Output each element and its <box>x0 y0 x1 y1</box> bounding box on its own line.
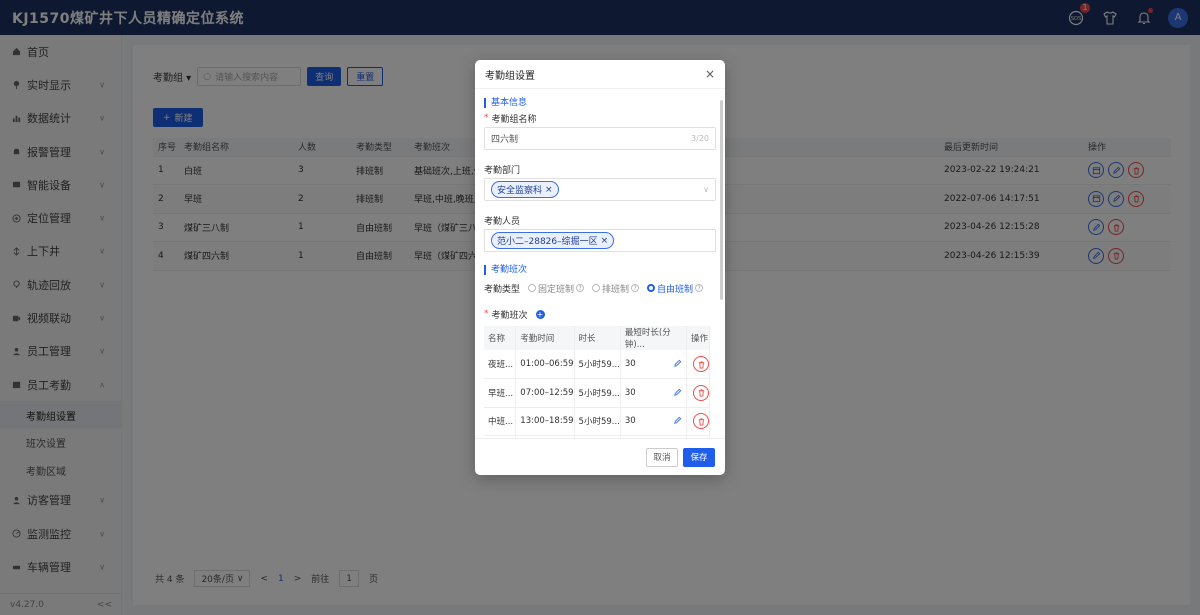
people-label: 考勤人员 <box>484 216 521 227</box>
type-label: 考勤类型 <box>484 284 521 295</box>
shift-cell: 早班... <box>484 378 517 408</box>
save-button[interactable]: 保存 <box>683 447 715 467</box>
radio-schedule[interactable]: 排班制? <box>592 282 640 295</box>
shift-cell: 30 <box>620 350 688 379</box>
shift-header-duration: 时长 <box>574 326 621 350</box>
shift-header-min: 最短时长(分钟)... <box>620 326 688 350</box>
tag-close-icon[interactable]: × <box>545 185 553 195</box>
chevron-down-icon: ∨ <box>703 185 709 194</box>
radio-fixed[interactable]: 固定班制? <box>528 282 585 295</box>
shift-cell: 夜班... <box>484 350 517 379</box>
type-radio-group: 考勤类型 固定班制? 排班制? 自由班制? <box>484 282 716 295</box>
shift-cell: 中班... <box>484 407 517 436</box>
shift-cell: 30 <box>620 407 688 436</box>
char-counter: 3/20 <box>691 134 709 143</box>
shift-cell: 07:00–12:59 <box>515 378 575 408</box>
shift-label: * 考勤班次 + <box>484 309 545 321</box>
shift-table: 名称 考勤时间 时长 最短时长(分钟)... 操作 夜班... 01:00–06:… <box>484 326 710 438</box>
shift-cell: 5小时59... <box>574 407 621 436</box>
edit-icon[interactable] <box>673 416 682 425</box>
shift-row: 夜班... 01:00–06:59 5小时59... 30 <box>484 350 710 379</box>
help-icon: ? <box>695 284 704 292</box>
shift-header-name: 名称 <box>484 326 517 350</box>
shift-row: 中班... 13:00–18:59 5小时59... 30 <box>484 407 710 436</box>
close-icon[interactable]: × <box>705 67 715 81</box>
cancel-button[interactable]: 取消 <box>646 447 678 467</box>
add-shift-icon[interactable]: + <box>535 309 545 319</box>
shift-cell: 13:00–18:59 <box>515 407 575 436</box>
tag-close-icon[interactable]: × <box>601 236 609 246</box>
radio-free[interactable]: 自由班制? <box>647 282 704 295</box>
modal-title: 考勤组设置 <box>485 70 535 82</box>
dept-tag: 安全监察科 × <box>491 181 559 198</box>
people-tag: 范小二–28826–综掘一区 × <box>491 232 615 249</box>
delete-icon[interactable] <box>693 384 709 401</box>
help-icon: ? <box>576 284 585 292</box>
edit-icon[interactable] <box>673 388 682 397</box>
shift-header-time: 考勤时间 <box>515 326 575 350</box>
dept-label: 考勤部门 <box>484 165 521 176</box>
delete-icon[interactable] <box>693 356 709 372</box>
people-select[interactable]: 范小二–28826–综掘一区 × <box>484 229 716 252</box>
shift-cell: 5小时59... <box>574 378 621 408</box>
edit-icon[interactable] <box>673 359 682 368</box>
shift-cell: 5小时59... <box>574 350 621 379</box>
modal-footer: 取消 保存 <box>475 438 725 475</box>
shift-row: 早班... 07:00–12:59 5小时59... 30 <box>484 378 710 408</box>
shift-cell: 01:00–06:59 <box>515 350 575 379</box>
group-name-input[interactable]: 四六制 3/20 <box>484 127 716 150</box>
section-shift: 考勤班次 <box>484 265 716 275</box>
attendance-group-modal: 考勤组设置 × 基本信息 * 考勤组名称 四六制 3/20 考勤部门 安全监察科 ×… <box>475 60 725 475</box>
dept-select[interactable]: 安全监察科 × ∨ <box>484 178 716 201</box>
delete-icon[interactable] <box>693 413 709 430</box>
shift-cell: 30 <box>620 378 688 408</box>
shift-header-actions: 操作 <box>686 326 710 350</box>
help-icon: ? <box>631 284 640 292</box>
modal-body: 基本信息 * 考勤组名称 四六制 3/20 考勤部门 安全监察科 × ∨ 考勤人员 … <box>475 89 725 438</box>
section-basic-info: 基本信息 <box>484 98 716 108</box>
modal-scrollbar[interactable] <box>720 100 723 300</box>
name-label: * 考勤组名称 <box>484 113 537 125</box>
